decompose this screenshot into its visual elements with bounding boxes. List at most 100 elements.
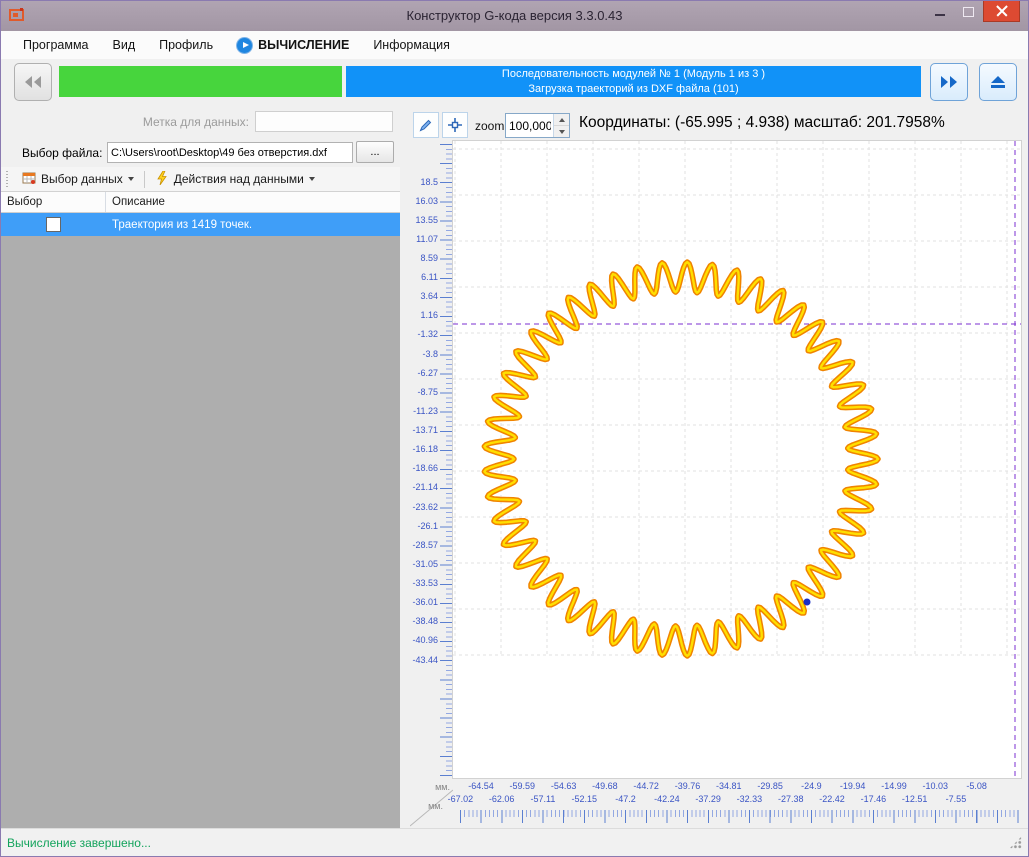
sidebar-empty-area [1,236,400,830]
h-ruler-label: -34.81 [716,781,742,791]
status-line2: Загрузка траекторий из DXF файла (101) [528,82,739,95]
column-header-description[interactable]: Описание [106,192,400,212]
menu-item-2[interactable]: Профиль [147,34,225,56]
h-ruler-label: -54.63 [550,781,577,791]
v-ruler-label: 3.64 [420,291,438,302]
data-label: Метка для данных: [142,115,249,129]
h-ruler-label: -52.15 [571,794,598,804]
h-ruler-label: -44.72 [633,781,659,791]
plot-canvas[interactable] [453,141,1021,778]
gear-outline-inner [483,260,880,658]
plot-panel: zoom Координаты: (-65.995 ; 4.938) масшт… [410,105,1028,830]
menu-item-1[interactable]: Вид [101,34,148,56]
v-ruler-label: -18.66 [412,463,438,474]
table-row[interactable]: Траектория из 1419 точек. [1,213,400,236]
zoom-down-button[interactable] [554,126,569,137]
progress-bar [59,66,342,97]
zoom-label: zoom [475,119,505,133]
data-toolstrip: Выбор данных Действия над данными [1,167,400,192]
v-ruler-label: -40.96 [412,635,438,646]
close-icon [996,5,1008,17]
coordinates-readout: Координаты: (-65.995 ; 4.938) масштаб: 2… [579,114,945,131]
v-ruler-label: -23.62 [412,501,438,512]
pencil-icon [419,119,432,132]
v-ruler-label: -38.48 [412,616,438,627]
h-ruler-label: -32.33 [736,794,763,804]
v-ruler: 18.5 16.03 13.55 11.07 8.59 6.11 3.64 1.16 -1.32… [410,141,453,778]
menu-item-label: Программа [23,38,89,52]
close-button[interactable] [983,1,1020,22]
zoom-spinner [505,113,570,138]
menu-item-4[interactable]: Информация [361,34,462,56]
menu-item-label: ВЫЧИСЛЕНИЕ [258,38,350,52]
v-ruler-label: -28.57 [412,539,438,550]
v-ruler-label: -33.53 [412,578,438,589]
data-select-menu-button[interactable]: Выбор данных [15,168,141,191]
v-ruler-label: -3.8 [422,348,438,359]
menu-item-label: Информация [373,38,450,52]
caption-buttons [925,1,1020,22]
v-ruler-label: 16.03 [415,195,438,206]
h-ruler-label: -62.06 [488,794,515,804]
v-ruler-label: -1.32 [417,329,438,340]
v-ruler-label: -11.23 [413,405,438,416]
up-arrow-icon [558,117,565,122]
minimize-icon [934,13,945,16]
h-ruler-label: -7.55 [945,794,967,804]
h-ruler-label: -67.02 [447,794,474,804]
zoom-up-button[interactable] [554,114,569,126]
sidebar: Метка для данных: Выбор файла: ... Выбор… [1,105,405,830]
h-ruler-unit: мм. [428,801,443,811]
maximize-icon [963,6,974,17]
eject-button[interactable] [979,63,1017,101]
v-ruler-label: -43.44 [412,654,438,665]
play-icon [237,37,253,53]
zoom-input[interactable] [506,114,553,137]
resize-grip[interactable] [1009,836,1022,849]
chevron-down-icon [308,177,315,181]
status-text: Вычисление завершено... [7,835,151,850]
h-ruler-label: -59.59 [509,781,536,791]
v-ruler-label: 1.16 [420,310,438,321]
h-ruler-label: -64.54 [468,781,494,791]
h-ruler-label: -17.46 [860,794,887,804]
data-label-input[interactable] [255,111,393,132]
double-right-arrow-icon [941,76,957,88]
v-ruler-label: -31.05 [412,558,438,569]
h-ruler-label: -47.2 [615,794,636,804]
h-ruler-label: -5.08 [966,781,987,791]
next-module-button[interactable] [930,63,968,101]
data-select-label: Выбор данных [41,172,123,186]
eject-icon [991,75,1005,88]
edit-button[interactable] [413,112,439,138]
titlebar[interactable]: Конструктор G-кода версия 3.3.0.43 [1,1,1028,31]
v-ruler-label: -36.01 [412,597,438,608]
row-checkbox[interactable] [46,217,61,232]
browse-button[interactable]: ... [356,141,394,163]
file-path-input[interactable] [107,142,353,163]
prev-module-button[interactable] [14,63,52,101]
v-ruler-label: -21.14 [412,482,438,493]
h-ruler-label: -29.85 [757,781,783,791]
h-ruler: мм. мм. -64.54 -59.59 -54.63 -49.68 -44.72 -3… [410,778,1021,830]
chevron-down-icon [127,177,134,181]
toolstrip-grip-icon[interactable] [6,171,8,187]
column-header-select[interactable]: Выбор [1,192,106,212]
v-ruler-label: 11.07 [416,233,438,244]
h-ruler-label: -19.94 [839,781,866,791]
maximize-button[interactable] [954,1,983,22]
trajectory-start-marker [803,598,811,606]
minimize-button[interactable] [925,1,954,22]
h-ruler-label: -49.68 [592,781,618,791]
h-ruler-label: -39.76 [674,781,701,791]
window-title: Конструктор G-кода версия 3.3.0.43 [406,8,623,23]
ruler-units-corner: мм. мм. [410,778,453,830]
data-actions-menu-button[interactable]: Действия над данными [148,168,322,191]
v-ruler-label: 18.5 [420,176,438,187]
toolstrip-separator [143,170,145,188]
v-ruler-labels: 18.5 16.03 13.55 11.07 8.59 6.11 3.64 1.16 -1.32… [410,141,439,778]
origin-button[interactable] [442,112,468,138]
menu-item-3[interactable]: ВЫЧИСЛЕНИЕ [225,34,361,57]
h-ruler-label: -10.03 [922,781,949,791]
menu-item-0[interactable]: Программа [11,34,101,56]
